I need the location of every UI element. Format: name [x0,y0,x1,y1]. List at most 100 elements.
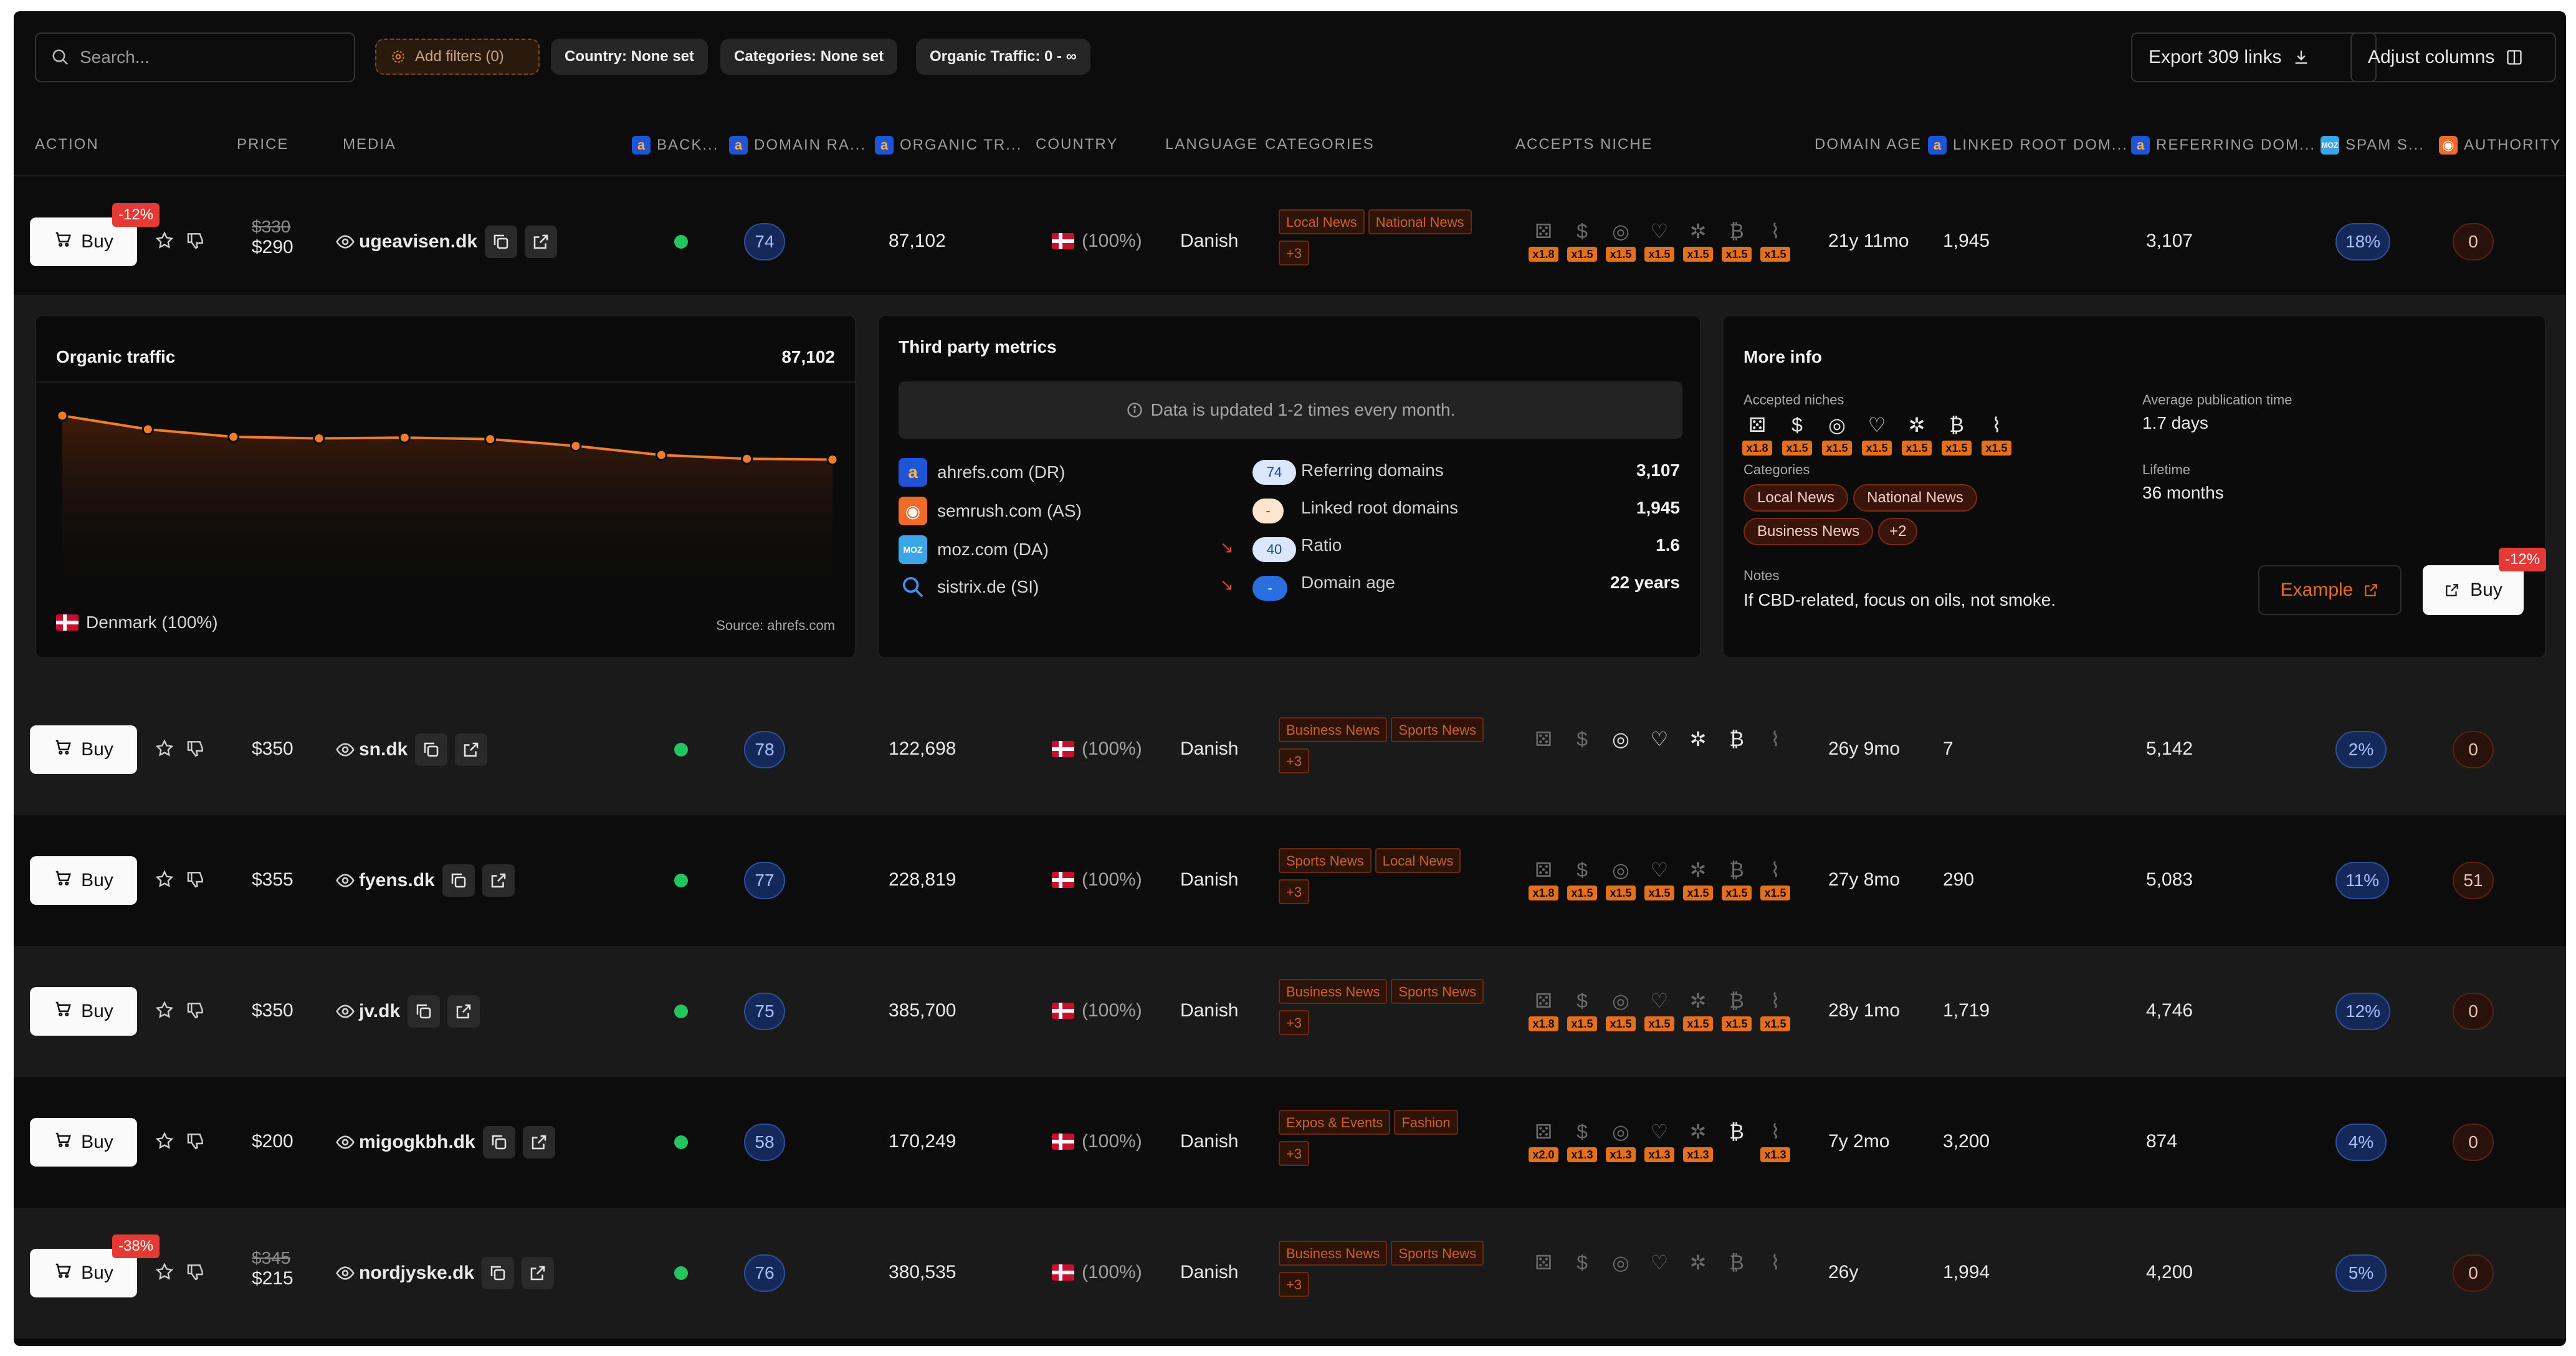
niche-multiplier: x1.5 [1942,441,1972,456]
col-categories[interactable]: CATEGORIES [1265,136,1375,153]
external-link-icon[interactable] [455,733,488,766]
eye-icon[interactable] [335,232,355,252]
category-more-tag[interactable]: +3 [1279,1272,1310,1297]
referring-domains-cell: 4,746 [2146,1000,2193,1021]
star-icon[interactable] [155,1131,174,1151]
external-link-icon[interactable] [522,1126,555,1158]
old-price: $345 [252,1248,291,1268]
chart-point[interactable] [826,453,839,466]
price: $215 [252,1268,293,1289]
buy-button[interactable]: Buy [30,1118,137,1167]
cbd-icon: ◎ [1612,990,1629,1012]
country-filter-chip[interactable]: Country: None set [551,39,708,75]
thumbs-down-icon[interactable] [186,231,206,251]
niche-multiplier: x1.3 [1760,1147,1790,1162]
media-domain[interactable]: ugeavisen.dk [359,231,477,252]
copy-icon[interactable] [485,226,518,258]
external-link-icon[interactable] [525,226,558,258]
buy-button[interactable]: Buy [30,856,137,905]
copy-icon[interactable] [442,864,475,897]
col-backlinks[interactable]: a BACK... [632,136,718,155]
buy-button[interactable]: Buy [2423,565,2524,615]
niche-item: ◎ [1601,1251,1640,1293]
chart-point[interactable] [227,431,240,443]
col-domain-rating[interactable]: a DOMAIN RA... [729,136,866,155]
star-icon[interactable] [155,231,174,251]
star-icon[interactable] [155,869,174,889]
col-price[interactable]: PRICE [237,136,289,153]
thumbs-down-icon[interactable] [186,1000,206,1020]
col-action[interactable]: ACTION [35,136,99,153]
bitcoin-icon: ₿ [1729,859,1744,881]
star-icon[interactable] [155,1000,174,1020]
niche-item: ₿ x1.5 [1717,219,1756,262]
authority-badge: 0 [2453,1254,2494,1292]
copy-icon[interactable] [415,733,448,766]
col-country[interactable]: COUNTRY [1036,136,1118,153]
example-button[interactable]: Example [2258,565,2402,615]
cart-icon [54,230,72,254]
col-language[interactable]: LANGUAGE [1165,136,1258,153]
chart-point[interactable] [141,423,154,436]
thumbs-down-icon[interactable] [186,869,206,889]
col-organic-traffic[interactable]: a ORGANIC TR... [875,136,1022,155]
bitcoin-icon: ₿ [1729,1251,1744,1274]
niche-multiplier: x1.5 [1760,1016,1790,1031]
external-link-icon[interactable] [447,995,480,1028]
buy-button[interactable]: Buy [30,725,137,774]
col-media[interactable]: MEDIA [343,136,396,153]
eye-icon[interactable] [335,740,355,760]
col-linked-root[interactable]: a LINKED ROOT DOM... [1928,136,2128,155]
cart-icon [54,738,72,762]
chart-point[interactable] [484,433,497,446]
media-domain[interactable]: migogkbh.dk [359,1132,475,1153]
organic-traffic-filter-chip[interactable]: Organic Traffic: 0 - ∞ [916,39,1090,75]
thumbs-down-icon[interactable] [186,1131,206,1151]
chart-point[interactable] [398,431,411,444]
copy-icon[interactable] [482,1126,515,1158]
star-icon[interactable] [155,1262,174,1282]
category-more-tag[interactable]: +3 [1279,1141,1310,1166]
external-link-icon[interactable] [482,864,515,897]
external-link-icon[interactable] [522,1257,555,1289]
col-domain-age[interactable]: DOMAIN AGE [1815,136,1922,153]
category-more-tag[interactable]: +3 [1279,1010,1310,1035]
niche-item: ♡ x1.5 [1640,219,1679,262]
chart-point[interactable] [570,440,582,452]
category-tag: Local News [1744,484,1849,512]
chart-point[interactable] [56,409,69,422]
search-input[interactable]: Search... [35,32,355,82]
media-domain[interactable]: jv.dk [359,1001,400,1022]
copy-icon[interactable] [408,995,441,1028]
eye-icon[interactable] [335,1263,355,1283]
eye-icon[interactable] [335,871,355,890]
niche-item: ◎ x1.5 [1601,858,1640,900]
col-referring[interactable]: a REFERRING DOM... [2131,136,2316,155]
col-accepts-niche[interactable]: ACCEPTS NICHE [1515,136,1653,153]
star-icon[interactable] [155,738,174,758]
adjust-columns-button[interactable]: Adjust columns [2350,32,2556,82]
eye-icon[interactable] [335,1132,355,1152]
copy-icon[interactable] [482,1257,515,1289]
media-domain[interactable]: fyens.dk [359,870,435,891]
media-domain[interactable]: sn.dk [359,739,408,760]
buy-button[interactable]: Buy [30,987,137,1036]
category-more-tag[interactable]: +3 [1279,879,1310,904]
category-more-tag[interactable]: +2 [1878,518,1918,545]
add-filters-button[interactable]: Add filters (0) [375,39,540,75]
categories-filter-chip[interactable]: Categories: None set [720,39,898,75]
export-button[interactable]: Export 309 links [2131,32,2377,82]
category-more-tag[interactable]: +3 [1279,241,1310,265]
category-more-tag[interactable]: +3 [1279,748,1310,773]
discount-badge: -12% [2499,548,2547,571]
country-share: (100%) [1082,231,1142,251]
col-spam[interactable]: MOZ SPAM S... [2321,136,2425,155]
media-domain[interactable]: nordjyske.dk [359,1263,474,1284]
chart-point[interactable] [655,449,667,461]
thumbs-down-icon[interactable] [186,1262,206,1282]
eye-icon[interactable] [335,1001,355,1021]
col-authority[interactable]: ◉ AUTHORITY [2439,136,2562,155]
chart-point[interactable] [313,432,325,444]
chart-point[interactable] [741,452,753,465]
thumbs-down-icon[interactable] [186,738,206,758]
